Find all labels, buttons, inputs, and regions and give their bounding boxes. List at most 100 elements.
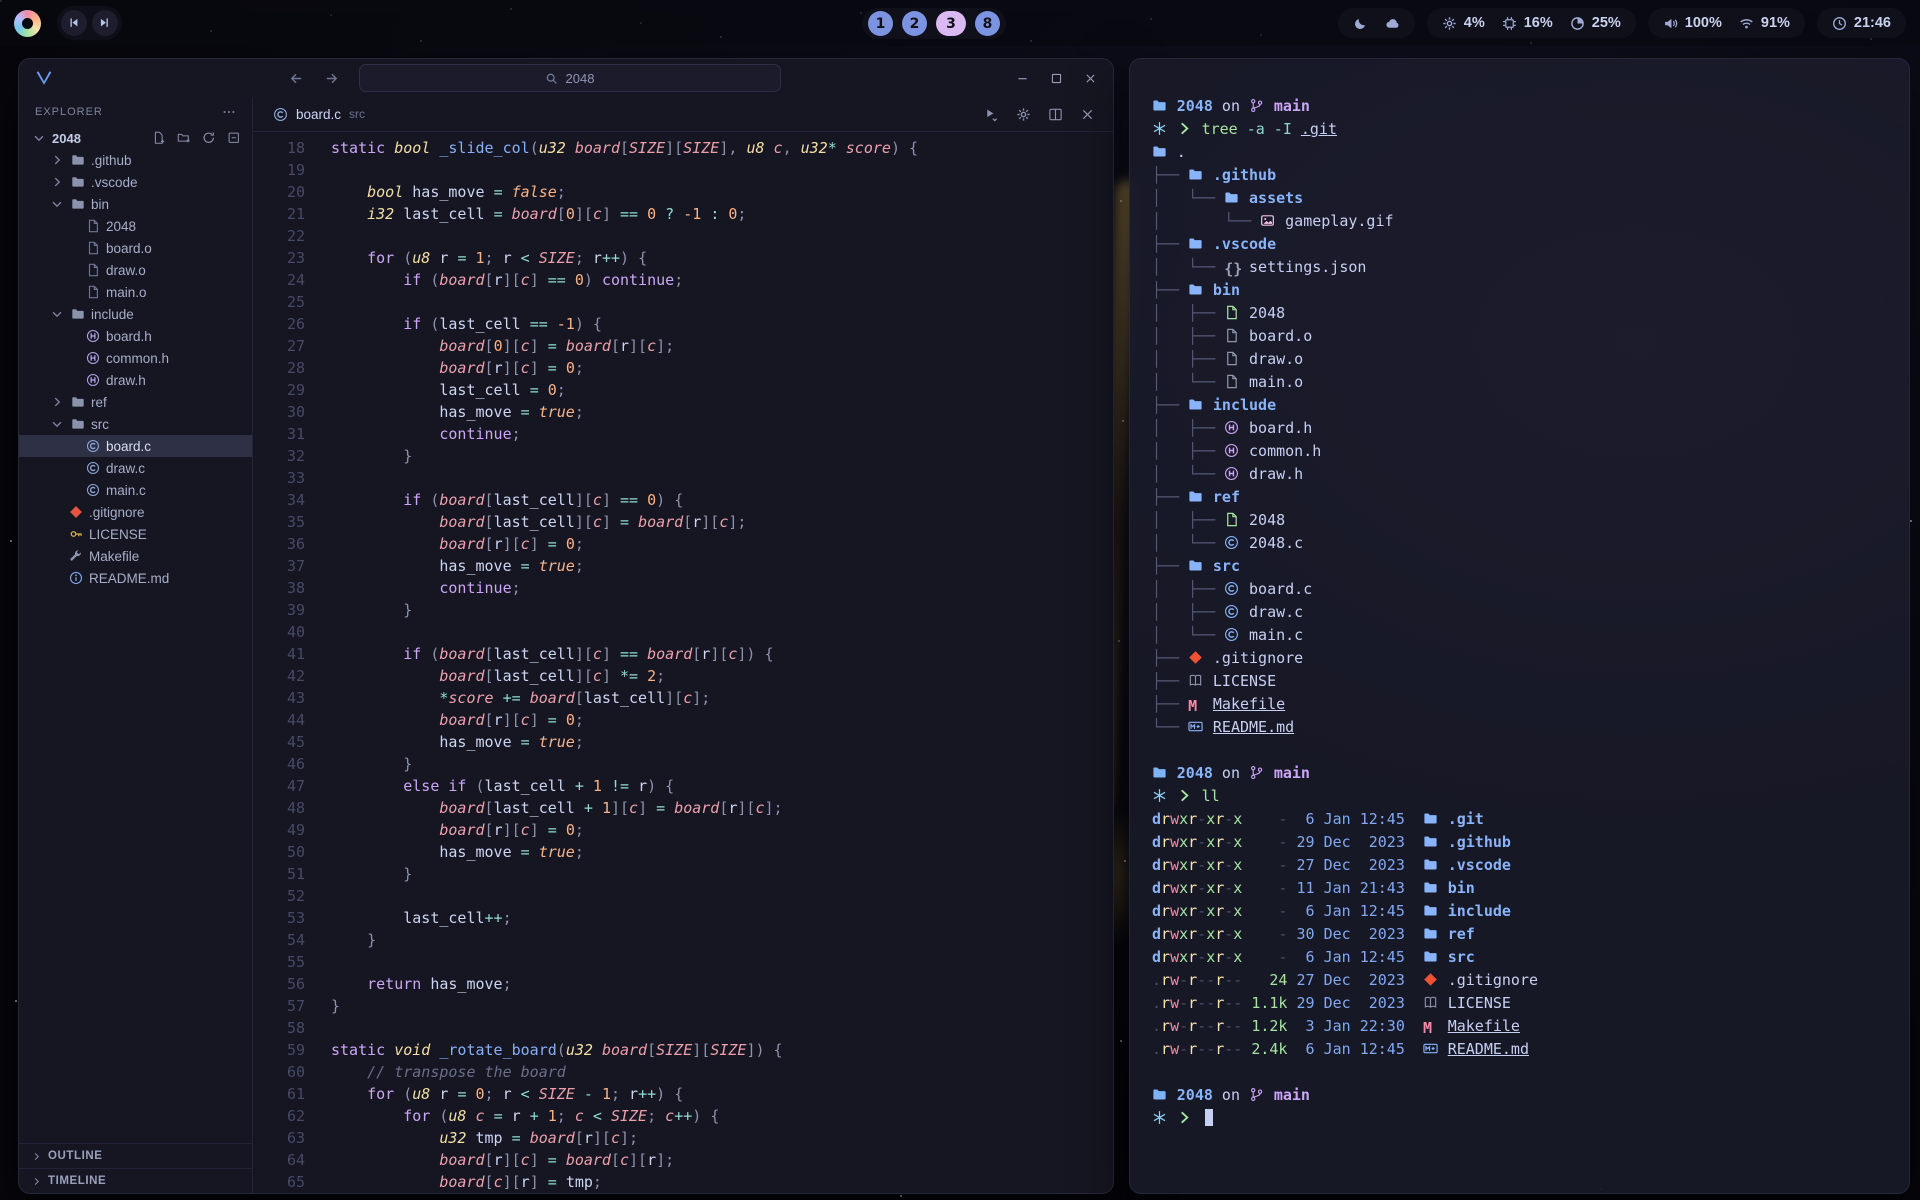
workspace-3[interactable]: 3 — [936, 11, 966, 36]
collapse-folders-button[interactable] — [226, 131, 242, 145]
code-line-54[interactable]: 54 } — [253, 929, 1113, 951]
history-back-button[interactable] — [289, 71, 304, 86]
code-line-24[interactable]: 24 if (board[r][c] == 0) continue; — [253, 269, 1113, 291]
explorer-item-ref[interactable]: ref — [19, 391, 252, 413]
code-line-32[interactable]: 32 } — [253, 445, 1113, 467]
explorer-item-.vscode[interactable]: .vscode — [19, 171, 252, 193]
new-folder-button[interactable] — [176, 131, 192, 145]
code-line-18[interactable]: 18static bool _slide_col(u32 board[SIZE]… — [253, 137, 1113, 159]
explorer-item-main.c[interactable]: main.c — [19, 479, 252, 501]
close-window-button[interactable] — [1084, 72, 1097, 85]
explorer-item-board.o[interactable]: board.o — [19, 237, 252, 259]
explorer-item-LICENSE[interactable]: LICENSE — [19, 523, 252, 545]
editor-settings-button[interactable] — [1016, 107, 1031, 122]
explorer-item-common.h[interactable]: common.h — [19, 347, 252, 369]
code-line-28[interactable]: 28 board[r][c] = 0; — [253, 357, 1113, 379]
workspace-8[interactable]: 8 — [975, 11, 1000, 36]
code-line-47[interactable]: 47 else if (last_cell + 1 != r) { — [253, 775, 1113, 797]
code-line-56[interactable]: 56 return has_move; — [253, 973, 1113, 995]
explorer-item-board.c[interactable]: board.c — [19, 435, 252, 457]
code-line-36[interactable]: 36 board[r][c] = 0; — [253, 533, 1113, 555]
code-line-40[interactable]: 40 — [253, 621, 1113, 643]
explorer-item-README.md[interactable]: README.md — [19, 567, 252, 589]
app-launcher-button[interactable] — [14, 10, 41, 37]
code-line-57[interactable]: 57} — [253, 995, 1113, 1017]
code-line-33[interactable]: 33 — [253, 467, 1113, 489]
code-line-59[interactable]: 59static void _rotate_board(u32 board[SI… — [253, 1039, 1113, 1061]
code-line-46[interactable]: 46 } — [253, 753, 1113, 775]
code-line-42[interactable]: 42 board[last_cell][c] *= 2; — [253, 665, 1113, 687]
code-line-27[interactable]: 27 board[0][c] = board[r][c]; — [253, 335, 1113, 357]
explorer-item-draw.o[interactable]: draw.o — [19, 259, 252, 281]
refresh-explorer-button[interactable] — [201, 131, 217, 145]
module-audio-network[interactable]: 100%91% — [1648, 8, 1805, 38]
code-line-21[interactable]: 21 i32 last_cell = board[0][c] == 0 ? -1… — [253, 203, 1113, 225]
minimize-button[interactable] — [1016, 72, 1029, 85]
explorer-item-bin[interactable]: bin — [19, 193, 252, 215]
explorer-item-src[interactable]: src — [19, 413, 252, 435]
code-line-62[interactable]: 62 for (u8 c = r + 1; c < SIZE; c++) { — [253, 1105, 1113, 1127]
run-code-button[interactable] — [984, 107, 999, 122]
code-line-39[interactable]: 39 } — [253, 599, 1113, 621]
code-line-53[interactable]: 53 last_cell++; — [253, 907, 1113, 929]
panel-outline[interactable]: OUTLINE — [19, 1143, 252, 1168]
code-line-51[interactable]: 51 } — [253, 863, 1113, 885]
code-line-25[interactable]: 25 — [253, 291, 1113, 313]
explorer-item-.gitignore[interactable]: .gitignore — [19, 501, 252, 523]
workspace-2[interactable]: 2 — [902, 11, 927, 36]
module-system-stats[interactable]: 4%16%25% — [1427, 8, 1636, 38]
code-line-60[interactable]: 60 // transpose the board — [253, 1061, 1113, 1083]
code-line-45[interactable]: 45 has_move = true; — [253, 731, 1113, 753]
code-line-29[interactable]: 29 last_cell = 0; — [253, 379, 1113, 401]
code-line-38[interactable]: 38 continue; — [253, 577, 1113, 599]
code-line-19[interactable]: 19 — [253, 159, 1113, 181]
code-line-58[interactable]: 58 — [253, 1017, 1113, 1039]
explorer-item-draw.h[interactable]: draw.h — [19, 369, 252, 391]
code-line-31[interactable]: 31 continue; — [253, 423, 1113, 445]
module-clock[interactable]: 21:46 — [1817, 8, 1906, 38]
explorer-item-include[interactable]: include — [19, 303, 252, 325]
code-line-48[interactable]: 48 board[last_cell + 1][c] = board[r][c]… — [253, 797, 1113, 819]
new-file-button[interactable] — [151, 131, 167, 145]
code-line-50[interactable]: 50 has_move = true; — [253, 841, 1113, 863]
code-line-37[interactable]: 37 has_move = true; — [253, 555, 1113, 577]
code-line-20[interactable]: 20 bool has_move = false; — [253, 181, 1113, 203]
code-editor[interactable]: 18static bool _slide_col(u32 board[SIZE]… — [253, 132, 1113, 1193]
command-search-box[interactable]: 2048 — [359, 64, 781, 92]
code-line-43[interactable]: 43 *score += board[last_cell][c]; — [253, 687, 1113, 709]
nav-prev-button[interactable] — [61, 10, 87, 36]
code-line-55[interactable]: 55 — [253, 951, 1113, 973]
explorer-item-2048[interactable]: 2048 — [19, 215, 252, 237]
code-line-34[interactable]: 34 if (board[last_cell][c] == 0) { — [253, 489, 1113, 511]
code-line-30[interactable]: 30 has_move = true; — [253, 401, 1113, 423]
code-line-22[interactable]: 22 — [253, 225, 1113, 247]
code-line-52[interactable]: 52 — [253, 885, 1113, 907]
explorer-item-Makefile[interactable]: Makefile — [19, 545, 252, 567]
explorer-item-.github[interactable]: .github — [19, 149, 252, 171]
code-line-61[interactable]: 61 for (u8 r = 0; r < SIZE - 1; r++) { — [253, 1083, 1113, 1105]
explorer-more-actions-icon[interactable] — [222, 105, 236, 119]
code-line-65[interactable]: 65 board[c][r] = tmp; — [253, 1171, 1113, 1193]
code-line-41[interactable]: 41 if (board[last_cell][c] == board[r][c… — [253, 643, 1113, 665]
history-forward-button[interactable] — [324, 71, 339, 86]
code-line-44[interactable]: 44 board[r][c] = 0; — [253, 709, 1113, 731]
explorer-item-main.o[interactable]: main.o — [19, 281, 252, 303]
explorer-item-2048[interactable]: 2048 — [19, 127, 252, 149]
panel-timeline[interactable]: TIMELINE — [19, 1168, 252, 1193]
explorer-item-draw.c[interactable]: draw.c — [19, 457, 252, 479]
split-editor-button[interactable] — [1048, 107, 1063, 122]
maximize-button[interactable] — [1050, 72, 1063, 85]
code-line-63[interactable]: 63 u32 tmp = board[r][c]; — [253, 1127, 1113, 1149]
code-line-23[interactable]: 23 for (u8 r = 1; r < SIZE; r++) { — [253, 247, 1113, 269]
explorer-item-board.h[interactable]: board.h — [19, 325, 252, 347]
terminal-window[interactable]: 2048 on main tree -a -I .git .├── .githu… — [1129, 58, 1910, 1194]
code-line-49[interactable]: 49 board[r][c] = 0; — [253, 819, 1113, 841]
tab-board-c[interactable]: board.c src — [263, 107, 375, 122]
close-editor-button[interactable] — [1080, 107, 1095, 122]
code-line-64[interactable]: 64 board[r][c] = board[c][r]; — [253, 1149, 1113, 1171]
nav-next-button[interactable] — [92, 10, 118, 36]
workspace-1[interactable]: 1 — [868, 11, 893, 36]
code-line-35[interactable]: 35 board[last_cell][c] = board[r][c]; — [253, 511, 1113, 533]
code-line-26[interactable]: 26 if (last_cell == -1) { — [253, 313, 1113, 335]
module-weather[interactable] — [1338, 8, 1415, 38]
